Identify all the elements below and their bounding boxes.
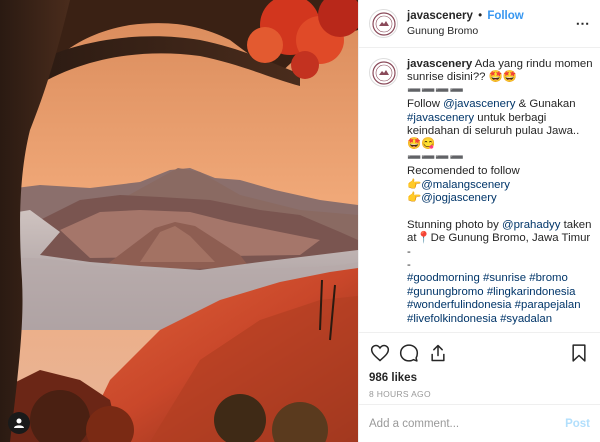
caption-link[interactable]: #wonderfulindonesia [407, 299, 512, 311]
comment-input[interactable] [369, 417, 566, 430]
caption-line: sunrise disini?? 🤩🤩 [407, 71, 594, 84]
post-header: javascenery • Follow Gunung Bromo ⋯ [359, 0, 600, 48]
caption-line: #livefolkindonesia #syadalan [407, 313, 594, 326]
caption-link[interactable]: #goodmorning [407, 272, 480, 284]
caption-text: Follow [407, 98, 444, 111]
caption-text: keindahan di seluruh pulau Jawa.. [407, 125, 580, 138]
post-username[interactable]: javascenery [407, 10, 473, 22]
post-side-panel: javascenery • Follow Gunung Bromo ⋯ java… [358, 0, 600, 442]
caption-text: 👉 [407, 178, 422, 191]
post-timestamp[interactable]: 8 HOURS AGO [369, 389, 590, 399]
caption-text: Ada yang rindu momen [472, 58, 593, 70]
caption-text: ➖➖➖➖ [407, 151, 464, 164]
comment-box: Post [359, 404, 600, 442]
caption-text: 👉 [407, 192, 422, 205]
caption-line: #wonderfulindonesia #parapejalan [407, 299, 594, 312]
caption-line: keindahan di seluruh pulau Jawa.. [407, 125, 594, 138]
caption-link[interactable]: #bromo [529, 272, 568, 284]
caption-link[interactable]: #livefolkindonesia [407, 313, 497, 325]
caption-text: Recomended to follow [407, 165, 520, 178]
caption-line: - [407, 246, 594, 259]
post-comment-button[interactable]: Post [565, 418, 590, 430]
caption-line: 🤩😋 [407, 138, 594, 151]
tagged-user-icon[interactable] [8, 412, 30, 434]
caption-text: Stunning photo by [407, 218, 502, 231]
bookmark-icon[interactable] [568, 342, 590, 364]
caption-line: Stunning photo by @prahadyy taken [407, 219, 594, 232]
javascenery-logo-icon [371, 11, 396, 36]
caption-text: - [407, 245, 411, 258]
caption-text: untuk berbagi [474, 111, 547, 124]
likes-count[interactable]: 986 likes [369, 372, 590, 384]
caption-link[interactable]: #sunrise [483, 272, 526, 284]
separator-dot: • [478, 9, 483, 22]
caption-text: taken [560, 218, 592, 231]
caption-username[interactable]: javascenery [407, 58, 472, 70]
caption-line: #goodmorning #sunrise #bromo [407, 272, 594, 285]
caption-line: Follow @javascenery & Gunakan [407, 98, 594, 111]
comment-icon[interactable] [398, 342, 420, 364]
caption-line: Recomended to follow [407, 165, 594, 178]
caption-text: at📍De Gunung Bromo, Jawa Timur [407, 232, 591, 245]
heart-icon[interactable] [369, 342, 391, 364]
more-horizontal-icon[interactable]: ⋯ [574, 15, 592, 32]
caption-text: sunrise disini?? 🤩🤩 [407, 71, 518, 84]
caption-text: & Gunakan [515, 98, 576, 111]
post-caption: javascenery Ada yang rindu momen sunrise … [407, 58, 594, 330]
caption-link[interactable]: #parapejalan [515, 299, 581, 311]
caption-line: 👉@jogjascenery [407, 192, 594, 205]
action-icons [369, 341, 590, 365]
caption-line [407, 205, 594, 218]
post-header-info: javascenery • Follow Gunung Bromo [407, 9, 574, 39]
caption-text: - [407, 259, 411, 272]
caption-link[interactable]: #syadalan [500, 313, 552, 325]
caption-text: 🤩😋 [407, 138, 436, 151]
caption-text: ➖➖➖➖ [407, 84, 464, 97]
caption-link[interactable]: @prahadyy [502, 219, 560, 231]
caption-line: #javascenery untuk berbagi [407, 112, 594, 125]
caption-link[interactable]: @malangscenery [421, 179, 510, 191]
caption-line: ➖➖➖➖ [407, 152, 594, 165]
caption-line: at📍De Gunung Bromo, Jawa Timur [407, 232, 594, 245]
action-bar: 986 likes 8 HOURS AGO [359, 332, 600, 399]
caption-line: #gunungbromo #lingkarindonesia [407, 286, 594, 299]
caption-line: javascenery Ada yang rindu momen [407, 58, 594, 71]
post-photo[interactable] [0, 0, 358, 442]
caption-link[interactable]: #gunungbromo [407, 286, 484, 298]
post-location[interactable]: Gunung Bromo [407, 24, 574, 39]
caption-line: 👉@malangscenery [407, 179, 594, 192]
caption-avatar[interactable] [369, 58, 398, 87]
javascenery-logo-icon [371, 60, 396, 85]
caption-link[interactable]: #javascenery [407, 112, 474, 124]
caption-line: ➖➖➖➖ [407, 85, 594, 98]
profile-avatar[interactable] [369, 9, 398, 38]
share-icon[interactable] [427, 342, 449, 364]
caption-area: javascenery Ada yang rindu momen sunrise … [369, 58, 594, 330]
caption-link[interactable]: @javascenery [443, 98, 515, 110]
bromo-landscape-image [0, 0, 358, 442]
caption-link[interactable]: @jogjascenery [421, 192, 497, 204]
follow-button[interactable]: Follow [487, 10, 523, 22]
caption-link[interactable]: #lingkarindonesia [487, 286, 576, 298]
caption-line: - [407, 259, 594, 272]
